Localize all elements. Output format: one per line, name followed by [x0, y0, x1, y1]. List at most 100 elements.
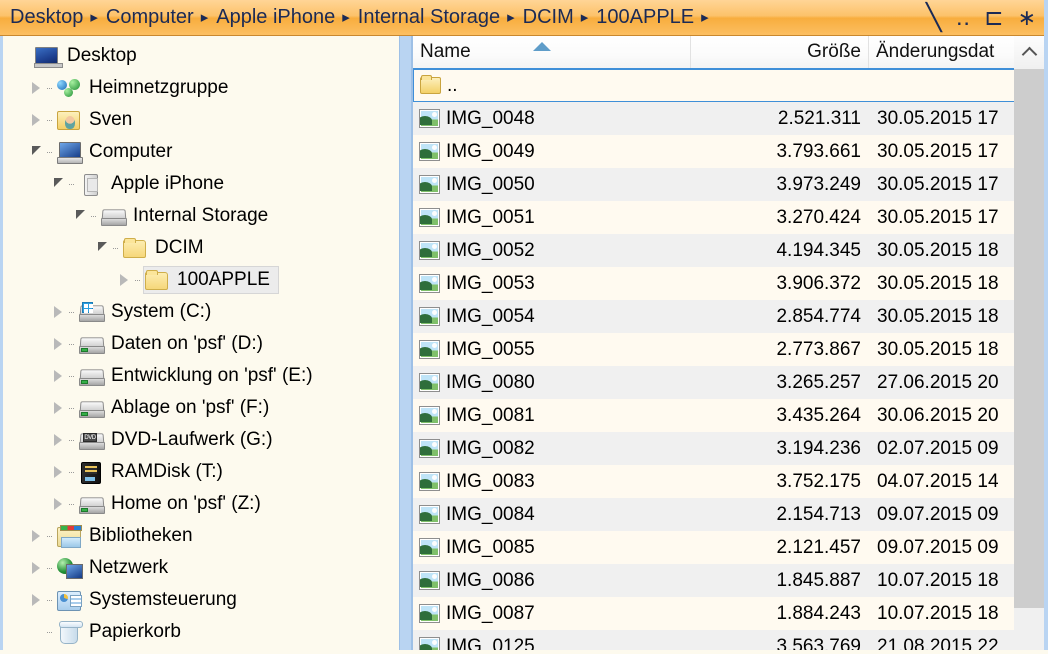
tree-connector	[47, 520, 55, 552]
tree-item-system-c-[interactable]: System (C:)	[3, 296, 399, 328]
expand-arrow-right-icon[interactable]	[47, 296, 69, 328]
table-row[interactable]: IMG_00861.845.88710.07.2015 18	[413, 564, 1015, 597]
tree-item-content[interactable]: Ablage on 'psf' (F:)	[77, 394, 278, 422]
expand-arrow-right-icon[interactable]	[25, 520, 47, 552]
tree-item-daten-on-psf-d-[interactable]: Daten on 'psf' (D:)	[3, 328, 399, 360]
tree-item-systemsteuerung[interactable]: Systemsteuerung	[3, 584, 399, 616]
bookmark-icon[interactable]: ⊏	[984, 4, 1003, 31]
tree-item-content[interactable]: DVDDVD-Laufwerk (G:)	[77, 426, 282, 454]
expand-arrow-right-icon[interactable]	[25, 584, 47, 616]
tree-item-content[interactable]: Systemsteuerung	[55, 586, 246, 614]
breadcrumb-item-computer[interactable]: Computer	[103, 5, 197, 30]
tree-item-content[interactable]: Heimnetzgruppe	[55, 74, 237, 102]
table-row[interactable]: IMG_00513.270.42430.05.2015 17	[413, 201, 1015, 234]
breadcrumb-item-100apple[interactable]: 100APPLE	[593, 5, 697, 30]
table-row[interactable]: IMG_00842.154.71309.07.2015 09	[413, 498, 1015, 531]
tree-item-content[interactable]: Desktop	[33, 42, 146, 70]
folder-tree[interactable]: Desktop Heimnetzgruppe Sven Computer Apple i…	[3, 36, 399, 648]
table-row[interactable]: IMG_00503.973.24930.05.2015 17	[413, 168, 1015, 201]
expand-arrow-right-icon[interactable]	[47, 488, 69, 520]
file-list-pane[interactable]: Name Größe Änderungsdat ..IMG_00482.521.…	[412, 36, 1048, 654]
tree-item-heimnetzgruppe[interactable]: Heimnetzgruppe	[3, 72, 399, 104]
tree-item-label: RAMDisk (T:)	[106, 461, 228, 483]
expand-arrow-right-icon[interactable]	[25, 552, 47, 584]
tree-item-content[interactable]: Entwicklung on 'psf' (E:)	[77, 362, 322, 390]
tree-item-computer[interactable]: Computer	[3, 136, 399, 168]
tree-item-apple-iphone[interactable]: Apple iPhone	[3, 168, 399, 200]
table-row[interactable]: IMG_00852.121.45709.07.2015 09	[413, 531, 1015, 564]
pane-splitter[interactable]	[399, 36, 412, 654]
tree-item-content[interactable]: Bibliotheken	[55, 522, 202, 550]
file-list-rows[interactable]: ..IMG_00482.521.31130.05.2015 17IMG_0049…	[413, 69, 1015, 654]
table-row[interactable]: IMG_00493.793.66130.05.2015 17	[413, 135, 1015, 168]
tree-item-dvd-laufwerk-g-[interactable]: DVDDVD-Laufwerk (G:)	[3, 424, 399, 456]
tree-item-desktop[interactable]: Desktop	[3, 40, 399, 72]
table-row[interactable]: IMG_00524.194.34530.05.2015 18	[413, 234, 1015, 267]
vertical-scrollbar[interactable]	[1014, 36, 1044, 654]
column-header-name[interactable]: Name	[413, 36, 691, 68]
table-row[interactable]: IMG_00533.906.37230.05.2015 18	[413, 267, 1015, 300]
breadcrumb-item-desktop[interactable]: Desktop	[7, 5, 86, 30]
tree-item-content[interactable]: Daten on 'psf' (D:)	[77, 330, 272, 358]
expand-arrow-down-icon[interactable]	[69, 200, 91, 232]
scrollbar-thumb[interactable]	[1014, 69, 1044, 608]
breadcrumb-item-dcim[interactable]: DCIM	[520, 5, 577, 30]
tree-item-netzwerk[interactable]: Netzwerk	[3, 552, 399, 584]
file-size-label: 1.884.243	[691, 603, 869, 625]
tree-item-sven[interactable]: Sven	[3, 104, 399, 136]
tree-item-content[interactable]: Home on 'psf' (Z:)	[77, 490, 270, 518]
tree-item-bibliotheken[interactable]: Bibliotheken	[3, 520, 399, 552]
tree-item-internal-storage[interactable]: Internal Storage	[3, 200, 399, 232]
expand-arrow-right-icon[interactable]	[47, 328, 69, 360]
table-row[interactable]: IMG_00552.773.86730.05.2015 18	[413, 333, 1015, 366]
scroll-up-button[interactable]	[1014, 36, 1044, 69]
table-row[interactable]: IMG_00542.854.77430.05.2015 18	[413, 300, 1015, 333]
parent-directory-row[interactable]: ..	[413, 69, 1015, 102]
tree-item-content[interactable]: Internal Storage	[99, 202, 277, 230]
tree-item-dcim[interactable]: DCIM	[3, 232, 399, 264]
breadcrumb-item-internal-storage[interactable]: Internal Storage	[355, 5, 503, 30]
table-row[interactable]: IMG_00823.194.23602.07.2015 09	[413, 432, 1015, 465]
asterisk-icon[interactable]: ∗	[1018, 5, 1036, 31]
folder-tree-pane[interactable]: Desktop Heimnetzgruppe Sven Computer Apple i…	[0, 36, 399, 654]
tree-item-content[interactable]: Apple iPhone	[77, 170, 233, 198]
expand-arrow-right-icon[interactable]	[47, 392, 69, 424]
tree-item-content[interactable]: RAMDisk (T:)	[77, 458, 232, 486]
backslash-icon[interactable]: ╲	[926, 2, 942, 33]
tree-item-100apple[interactable]: 100APPLE	[3, 264, 399, 296]
tree-item-content[interactable]: 100APPLE	[143, 266, 279, 294]
tree-item-home-on-psf-z-[interactable]: Home on 'psf' (Z:)	[3, 488, 399, 520]
table-row[interactable]: IMG_00803.265.25727.06.2015 20	[413, 366, 1015, 399]
column-header-size[interactable]: Größe	[691, 36, 869, 68]
tree-item-content[interactable]: System (C:)	[77, 298, 220, 326]
ellipsis-icon[interactable]: ‥	[956, 5, 971, 31]
column-header-date[interactable]: Änderungsdat	[869, 36, 1015, 68]
tree-item-content[interactable]: Computer	[55, 138, 181, 166]
breadcrumb-item-apple-iphone[interactable]: Apple iPhone	[213, 5, 338, 30]
expand-arrow-down-icon[interactable]	[47, 168, 69, 200]
tree-item-papierkorb[interactable]: Papierkorb	[3, 616, 399, 648]
file-name-label: IMG_0085	[440, 537, 535, 559]
breadcrumb-separator-icon: ▸	[86, 10, 103, 25]
tree-item-content[interactable]: Sven	[55, 106, 141, 134]
expand-arrow-right-icon[interactable]	[47, 424, 69, 456]
tree-item-content[interactable]: Papierkorb	[55, 618, 190, 646]
table-row[interactable]: IMG_00813.435.26430.06.2015 20	[413, 399, 1015, 432]
expand-arrow-right-icon[interactable]	[25, 104, 47, 136]
tree-item-ablage-on-psf-f-[interactable]: Ablage on 'psf' (F:)	[3, 392, 399, 424]
expand-arrow-right-icon[interactable]	[47, 456, 69, 488]
tree-item-content[interactable]: DCIM	[121, 234, 213, 262]
table-row[interactable]: IMG_00482.521.31130.05.2015 17	[413, 102, 1015, 135]
tree-item-content[interactable]: Netzwerk	[55, 554, 177, 582]
breadcrumb[interactable]: Desktop▸Computer▸Apple iPhone▸Internal S…	[0, 5, 926, 30]
expand-arrow-right-icon[interactable]	[47, 360, 69, 392]
expand-arrow-down-icon[interactable]	[91, 232, 113, 264]
table-row[interactable]: IMG_00871.884.24310.07.2015 18	[413, 597, 1015, 630]
tree-item-entwicklung-on-psf-e-[interactable]: Entwicklung on 'psf' (E:)	[3, 360, 399, 392]
expand-arrow-right-icon[interactable]	[113, 264, 135, 296]
file-list-header[interactable]: Name Größe Änderungsdat	[413, 36, 1015, 69]
tree-item-ramdisk-t-[interactable]: RAMDisk (T:)	[3, 456, 399, 488]
expand-arrow-right-icon[interactable]	[25, 72, 47, 104]
expand-arrow-down-icon[interactable]	[25, 136, 47, 168]
table-row[interactable]: IMG_00833.752.17504.07.2015 14	[413, 465, 1015, 498]
